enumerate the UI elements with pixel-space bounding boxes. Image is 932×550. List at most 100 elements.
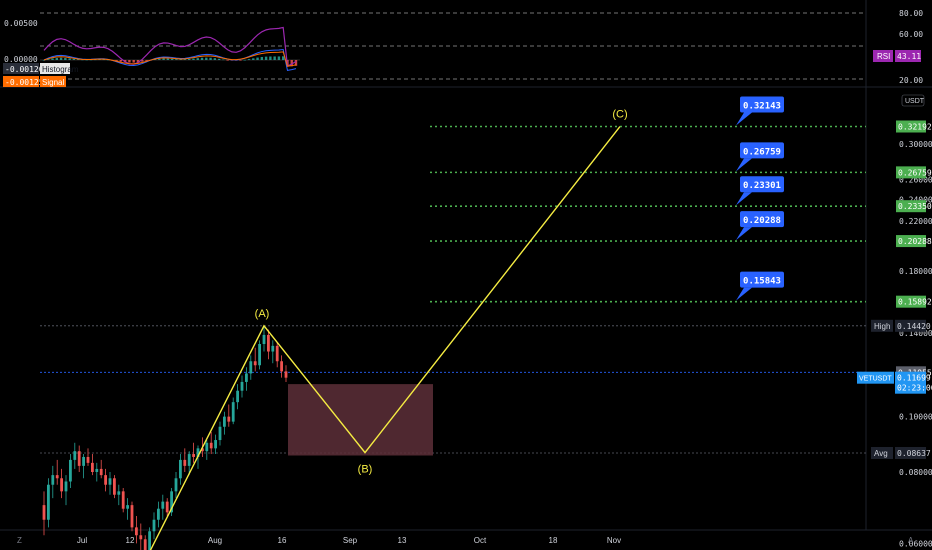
- candle-body: [143, 539, 147, 550]
- candle-body: [64, 481, 68, 492]
- candle-body: [218, 426, 222, 441]
- countdown-label: 02:23:06: [897, 384, 932, 393]
- candle-body: [139, 535, 143, 540]
- candle-body: [69, 459, 72, 482]
- candle-body: [99, 468, 103, 476]
- time-tick-label: 18: [549, 536, 558, 545]
- macd-axis-tick-high: 0.00500: [4, 19, 38, 28]
- auto-scale-icon[interactable]: A: [908, 536, 914, 545]
- candles: [42, 326, 288, 550]
- rsi-label: RSI: [877, 52, 890, 61]
- macd-histogram-bar: [256, 57, 259, 60]
- candle-body: [60, 478, 63, 492]
- candle-body: [51, 475, 55, 485]
- stat-label: Avg: [874, 449, 888, 458]
- candle-body: [121, 491, 125, 509]
- candle-body: [187, 454, 191, 466]
- candle-body: [179, 459, 182, 479]
- candle-body: [192, 454, 195, 457]
- candle-body: [117, 491, 121, 495]
- macd-histogram-bar: [119, 60, 123, 62]
- macd-histogram-bar: [273, 56, 276, 60]
- macd-histogram-bar: [217, 58, 221, 60]
- candle-body: [275, 345, 279, 362]
- time-tick-label: 13: [398, 536, 407, 545]
- macd-histogram-bar: [209, 57, 212, 60]
- stat-value: 0.08637: [897, 449, 931, 458]
- candle-body: [174, 478, 178, 492]
- macd-histogram-bar: [213, 58, 217, 60]
- candle-body: [104, 475, 107, 485]
- macd-histogram-bar: [226, 60, 229, 61]
- time-tick-label: Oct: [474, 536, 487, 545]
- candle-body: [236, 390, 239, 403]
- macd-histogram-bar: [222, 59, 225, 61]
- rsi-axis-tick-80: 80.00: [899, 9, 923, 18]
- candle-body: [231, 402, 235, 422]
- price-tick-label: 0.30000: [899, 140, 932, 149]
- candle-body: [253, 361, 257, 366]
- wave-label-b: (B): [358, 464, 373, 476]
- macd-histogram-bar: [183, 59, 187, 60]
- macd-histogram-bar: [132, 60, 135, 63]
- candle-body: [55, 475, 59, 479]
- macd-histogram-bar: [188, 58, 191, 60]
- wave-label-c: (C): [612, 108, 627, 120]
- price-chart[interactable]: 0.00500 0.00000 -0.00120 Histogram -0.00…: [0, 0, 932, 550]
- elliott-wave-path: [149, 126, 621, 550]
- candle-body: [47, 484, 50, 520]
- time-axis[interactable]: Jul 12 Aug 16 Sep 13 Oct 18 Nov: [77, 536, 621, 545]
- signal-value: -0.00125: [5, 78, 44, 87]
- macd-histogram-bar: [247, 59, 251, 60]
- candle-body: [42, 505, 46, 520]
- macd-histogram-bar: [243, 59, 246, 61]
- price-axis[interactable]: USDT 0.300000.260000.240000.220000.18000…: [857, 94, 932, 550]
- candle-body: [209, 442, 213, 449]
- candle-body: [227, 416, 231, 422]
- candle-body: [126, 505, 129, 509]
- candle-body: [82, 456, 85, 466]
- stat-lines: [40, 325, 866, 454]
- macd-histogram-bar: [252, 58, 255, 60]
- symbol-label: VETUSDT: [859, 376, 892, 383]
- candle-body: [165, 501, 169, 513]
- target-price-label: 0.26759: [898, 168, 932, 177]
- macd-histogram-bar: [205, 57, 208, 60]
- macd-histogram-bar: [196, 58, 199, 60]
- time-tick-label: Aug: [208, 536, 222, 545]
- candle-body: [135, 527, 138, 536]
- target-price-label: 0.23350: [898, 202, 932, 211]
- time-tick-label: 16: [278, 536, 287, 545]
- candle-body: [152, 519, 156, 532]
- candle-body: [271, 345, 275, 352]
- macd-histogram-bar: [158, 58, 161, 60]
- candle-body: [205, 442, 209, 452]
- macd-histogram-bar: [175, 59, 178, 60]
- timezone-icon[interactable]: Z: [17, 536, 22, 545]
- rsi-axis-tick-60: 60.00: [899, 30, 923, 39]
- target-callout-label: 0.26759: [743, 147, 781, 157]
- wave-label-a: (A): [255, 308, 270, 320]
- target-callout-label: 0.15843: [743, 277, 781, 287]
- candle-body: [262, 334, 266, 344]
- macd-histogram-bar: [239, 60, 242, 61]
- macd-histogram-bar: [264, 56, 268, 60]
- target-price-label: 0.20288: [898, 237, 932, 246]
- main-pane: (A) (B) (C) 0.32143 0.26759 0.23301 0.20288…: [40, 96, 866, 550]
- candle-body: [183, 459, 187, 466]
- target-price-label: 0.32192: [898, 122, 932, 131]
- macd-histogram-bar: [200, 57, 204, 60]
- target-callout-pointer: [736, 112, 752, 126]
- target-price-label: 0.15892: [898, 298, 932, 307]
- candle-body: [258, 343, 261, 366]
- last-price-label: 0.11699: [897, 374, 931, 383]
- macd-histogram-bar: [166, 58, 170, 60]
- candle-body: [148, 531, 151, 550]
- price-tick-label: 0.10000: [899, 413, 932, 422]
- time-tick-label: Nov: [607, 536, 621, 545]
- target-callout-label: 0.23301: [743, 181, 781, 191]
- histogram-value: -0.00120: [5, 65, 44, 74]
- candle-body: [95, 468, 99, 472]
- candle-body: [214, 440, 217, 449]
- candle-body: [108, 478, 112, 485]
